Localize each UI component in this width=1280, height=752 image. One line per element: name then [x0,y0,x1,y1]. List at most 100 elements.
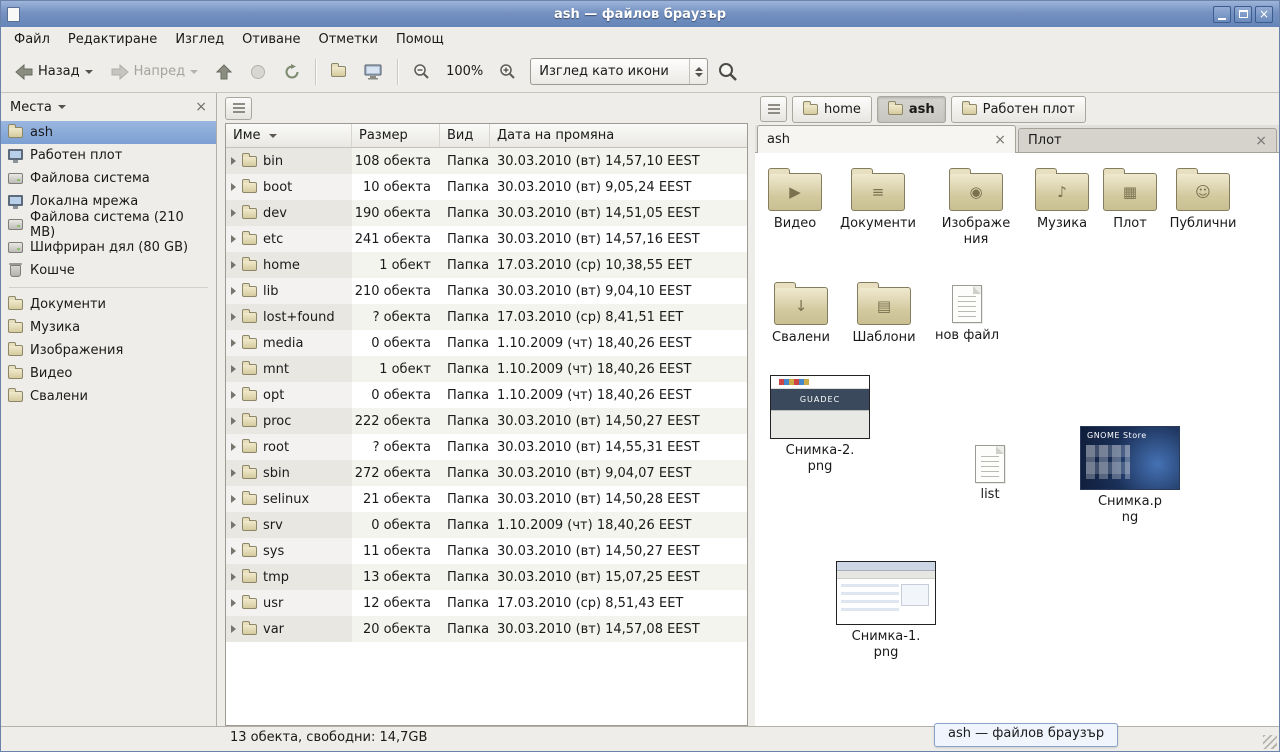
zoom-out-button[interactable] [405,56,438,88]
path-button-ash[interactable]: ash [877,96,946,123]
table-row[interactable]: boot10 обектаПапка30.03.2010 (вт) 9,05,2… [226,174,747,200]
table-row[interactable]: var20 обектаПапка30.03.2010 (вт) 14,57,0… [226,616,747,642]
expander-icon[interactable] [231,157,236,165]
sidebar-item-filesystem[interactable]: Файлова система [1,167,216,190]
table-row[interactable]: bin108 обектаПапка30.03.2010 (вт) 14,57,… [226,148,747,174]
back-button[interactable]: Назад [7,56,101,88]
resize-grip[interactable] [1263,735,1277,749]
forward-button[interactable]: Напред [103,56,206,88]
tab-close-icon[interactable]: × [1255,134,1267,148]
folder-icon: ☺ [1176,173,1230,211]
expander-icon[interactable] [231,625,236,633]
table-row[interactable]: mnt1 обектПапка1.10.2009 (чт) 18,40,26 E… [226,356,747,382]
sidebar-item-filesystem-210mb[interactable]: Файлова система (210 MB) [1,213,216,236]
taskbar-window-button[interactable]: ash — файлов браузър [934,723,1118,747]
pathbar-toggle-button[interactable] [760,96,787,122]
expander-icon[interactable] [231,547,236,555]
table-row[interactable]: opt0 обектаПапка1.10.2009 (чт) 18,40,26 … [226,382,747,408]
expander-icon[interactable] [231,209,236,217]
reload-button[interactable] [276,56,308,88]
sidebar-item-trash[interactable]: Кошче [1,259,216,282]
expander-icon[interactable] [231,235,236,243]
stop-button[interactable] [242,56,274,88]
sidebar-item-pictures[interactable]: Изображения [1,339,216,362]
home-button[interactable] [323,56,354,88]
folder-item-desktop[interactable]: ▦ Плот [1090,167,1170,232]
table-row[interactable]: media0 обектаПапка1.10.2009 (чт) 18,40,2… [226,330,747,356]
file-item-new-file[interactable]: нов файл [927,281,1007,344]
expander-icon[interactable] [231,365,236,373]
location-toggle-button[interactable] [225,97,252,120]
table-row[interactable]: selinux21 обектаПапка30.03.2010 (вт) 14,… [226,486,747,512]
file-item-snimka1[interactable]: Снимка-1.png [836,561,936,662]
expander-icon[interactable] [231,495,236,503]
file-item-snimka2[interactable]: GUADEC Снимка-2.png [770,375,870,476]
table-row[interactable]: sys11 обектаПапка30.03.2010 (вт) 14,50,2… [226,538,747,564]
sidebar-item-music[interactable]: Музика [1,316,216,339]
menu-bookmarks[interactable]: Отметки [309,29,386,50]
expander-icon[interactable] [231,391,236,399]
table-row[interactable]: lost+found? обектаПапка17.03.2010 (ср) 8… [226,304,747,330]
sidebar-item-video[interactable]: Видео [1,362,216,385]
expander-icon[interactable] [231,521,236,529]
expander-icon[interactable] [231,599,236,607]
sidebar-item-encrypted-80gb[interactable]: Шифриран дял (80 GB) [1,236,216,259]
path-button-desktop[interactable]: Работен плот [951,96,1086,123]
table-row[interactable]: lib210 обектаПапка30.03.2010 (вт) 9,04,1… [226,278,747,304]
zoom-in-button[interactable] [491,56,524,88]
menu-file[interactable]: Файл [5,29,59,50]
up-button[interactable] [208,56,240,88]
expander-icon[interactable] [231,313,236,321]
sidebar-item-desktop[interactable]: Работен плот [1,144,216,167]
sidebar-item-downloads[interactable]: Свалени [1,385,216,408]
minimize-button[interactable] [1213,6,1231,23]
file-item-list[interactable]: list [950,441,1030,503]
sidebar-close-button[interactable]: × [195,99,207,115]
menu-edit[interactable]: Редактиране [59,29,166,50]
table-row[interactable]: etc241 обектаПапка30.03.2010 (вт) 14,57,… [226,226,747,252]
folder-item-templates[interactable]: ▤ Шаблони [844,281,924,346]
path-button-home[interactable]: home [792,96,872,123]
tab-close-icon[interactable]: × [994,133,1006,147]
sidebar-title[interactable]: Места [10,100,52,115]
menu-go[interactable]: Отиване [233,29,309,50]
column-header-type[interactable]: Вид [440,124,490,147]
menu-view[interactable]: Изглед [166,29,233,50]
tab-plot[interactable]: Плот× [1018,128,1277,152]
table-row[interactable]: usr12 обектаПапка17.03.2010 (ср) 8,51,43… [226,590,747,616]
toolbar-separator [315,59,316,85]
column-header-size[interactable]: Размер [352,124,440,147]
menu-help[interactable]: Помощ [387,29,453,50]
expander-icon[interactable] [231,417,236,425]
column-header-date[interactable]: Дата на промяна [490,124,747,147]
table-row[interactable]: proc222 обектаПапка30.03.2010 (вт) 14,50… [226,408,747,434]
folder-item-public[interactable]: ☺ Публични [1163,167,1243,232]
table-row[interactable]: home1 обектПапка17.03.2010 (ср) 10,38,55… [226,252,747,278]
search-button[interactable] [710,56,746,88]
view-mode-select[interactable]: Изглед като икони [530,58,708,85]
expander-icon[interactable] [231,183,236,191]
folder-item-video[interactable]: ▶ Видео [755,167,835,232]
close-button[interactable]: × [1255,6,1273,23]
table-row[interactable]: sbin272 обектаПапка30.03.2010 (вт) 9,04,… [226,460,747,486]
table-row[interactable]: tmp13 обектаПапка30.03.2010 (вт) 15,07,2… [226,564,747,590]
table-row[interactable]: root? обектаПапка30.03.2010 (вт) 14,55,3… [226,434,747,460]
expander-icon[interactable] [231,443,236,451]
expander-icon[interactable] [231,261,236,269]
maximize-button[interactable] [1234,6,1252,23]
table-row[interactable]: srv0 обектаПапка1.10.2009 (чт) 18,40,26 … [226,512,747,538]
folder-item-downloads[interactable]: ↓ Свалени [761,281,841,346]
table-row[interactable]: dev190 обектаПапка30.03.2010 (вт) 14,51,… [226,200,747,226]
sidebar-item-documents[interactable]: Документи [1,293,216,316]
computer-button[interactable] [356,56,390,88]
folder-item-pictures[interactable]: ◉ Изображения [936,167,1016,249]
file-item-snimka[interactable]: GNOME Store Снимка.png [1080,426,1180,527]
expander-icon[interactable] [231,339,236,347]
sidebar-item-ash[interactable]: ash [1,121,216,144]
folder-item-documents[interactable]: ≡ Документи [838,167,918,232]
expander-icon[interactable] [231,287,236,295]
column-header-name[interactable]: Име [226,124,352,147]
expander-icon[interactable] [231,573,236,581]
tab-ash[interactable]: ash× [757,125,1016,153]
expander-icon[interactable] [231,469,236,477]
